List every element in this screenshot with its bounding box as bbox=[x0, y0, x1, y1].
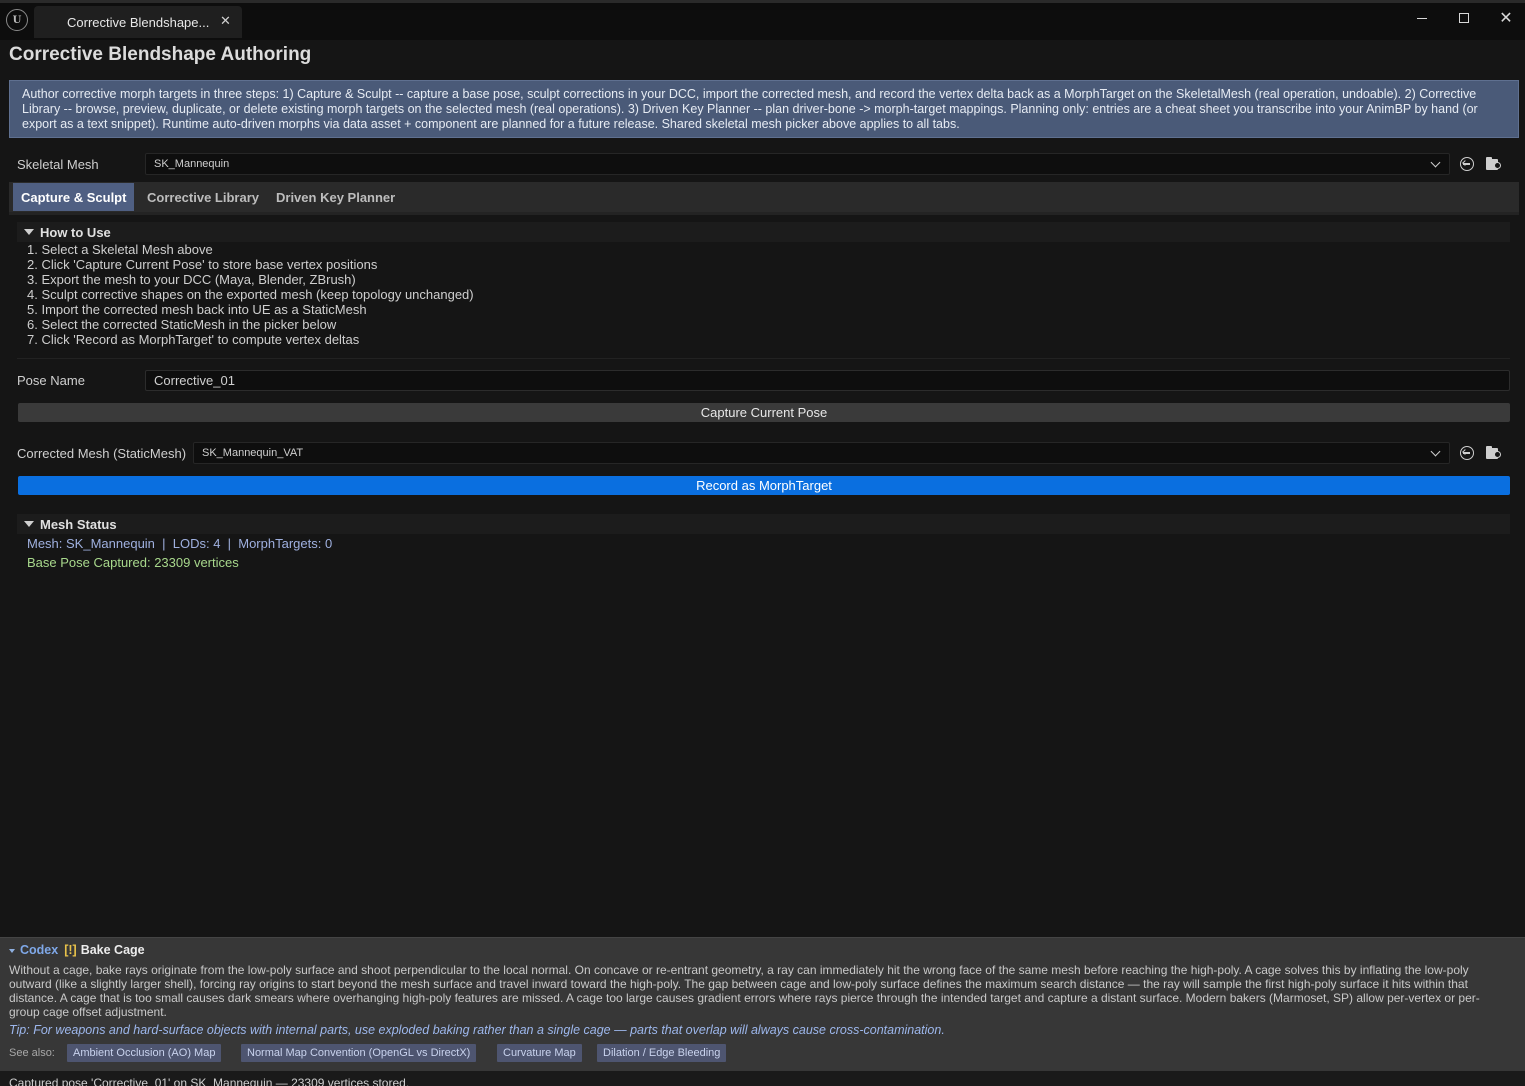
step-item: 2. Click 'Capture Current Pose' to store… bbox=[27, 257, 378, 272]
window-tab-title: Corrective Blendshape... bbox=[67, 15, 210, 30]
tab-bar-divider bbox=[9, 212, 1519, 215]
skeletal-mesh-label: Skeletal Mesh bbox=[17, 157, 99, 172]
status-message: Captured pose 'Corrective_01' on SK_Mann… bbox=[9, 1076, 410, 1086]
see-also-link[interactable]: Dilation / Edge Bleeding bbox=[597, 1044, 727, 1062]
skeletal-mesh-picker[interactable]: SK_Mannequin bbox=[145, 153, 1450, 175]
chevron-down-icon bbox=[1430, 157, 1441, 168]
mesh-status-header[interactable]: Mesh Status bbox=[17, 514, 1510, 534]
collapse-triangle-icon bbox=[24, 229, 34, 235]
use-selected-icon bbox=[1460, 446, 1474, 460]
title-bar: U Corrective Blendshape... ✕ ✕ bbox=[0, 0, 1525, 40]
tab-close-icon[interactable]: ✕ bbox=[220, 13, 231, 29]
close-window-button[interactable]: ✕ bbox=[1491, 8, 1521, 28]
tab-capture-sculpt[interactable]: Capture & Sculpt bbox=[13, 183, 135, 211]
skeletal-mesh-value: SK_Mannequin bbox=[154, 158, 230, 170]
how-to-use-title: How to Use bbox=[40, 225, 111, 240]
use-selected-asset-button[interactable] bbox=[1460, 157, 1478, 175]
section-divider bbox=[17, 358, 1510, 359]
maximize-button[interactable] bbox=[1449, 8, 1479, 28]
step-item: 4. Sculpt corrective shapes on the expor… bbox=[27, 287, 474, 302]
use-selected-asset-button[interactable] bbox=[1460, 446, 1478, 464]
minimize-button[interactable] bbox=[1407, 8, 1437, 28]
how-to-use-steps: 1. Select a Skeletal Mesh above 2. Click… bbox=[27, 242, 474, 347]
codex-body: Without a cage, bake rays originate from… bbox=[9, 963, 1480, 1019]
use-selected-icon bbox=[1460, 157, 1474, 171]
capture-current-pose-button[interactable]: Capture Current Pose bbox=[18, 403, 1510, 422]
tab-corrective-library[interactable]: Corrective Library bbox=[139, 183, 267, 211]
maximize-icon bbox=[1459, 13, 1469, 23]
step-item: 1. Select a Skeletal Mesh above bbox=[27, 242, 213, 257]
mesh-info-text: Mesh: SK_Mannequin | LODs: 4 | MorphTarg… bbox=[27, 536, 333, 551]
step-item: 7. Click 'Record as MorphTarget' to comp… bbox=[27, 332, 360, 347]
unreal-logo-icon: U bbox=[6, 9, 28, 31]
step-item: 5. Import the corrected mesh back into U… bbox=[27, 302, 367, 317]
codex-tip: Tip: For weapons and hard-surface object… bbox=[9, 1023, 945, 1037]
collapse-triangle-icon bbox=[24, 521, 34, 527]
status-bar: Captured pose 'Corrective_01' on SK_Mann… bbox=[0, 1071, 1525, 1086]
close-icon: ✕ bbox=[1499, 10, 1513, 27]
warning-badge: [!] bbox=[64, 943, 77, 957]
browse-asset-button[interactable] bbox=[1486, 157, 1502, 170]
step-item: 3. Export the mesh to your DCC (Maya, Bl… bbox=[27, 272, 356, 287]
see-also-link[interactable]: Curvature Map bbox=[497, 1044, 582, 1062]
page-title: Corrective Blendshape Authoring bbox=[9, 44, 312, 65]
collapse-triangle-icon bbox=[9, 948, 15, 953]
browse-folder-icon bbox=[1494, 451, 1501, 458]
tab-bar: Capture & Sculpt Corrective Library Driv… bbox=[9, 182, 1519, 212]
step-item: 6. Select the corrected StaticMesh in th… bbox=[27, 317, 337, 332]
window-tab[interactable]: Corrective Blendshape... ✕ bbox=[34, 6, 242, 38]
codex-header[interactable]: Codex [!] Bake Cage bbox=[9, 943, 145, 957]
info-banner: Author corrective morph targets in three… bbox=[9, 80, 1519, 138]
browse-asset-button[interactable] bbox=[1486, 446, 1502, 459]
see-also-link[interactable]: Ambient Occlusion (AO) Map bbox=[67, 1044, 222, 1062]
codex-panel: Codex [!] Bake Cage Without a cage, bake r… bbox=[0, 937, 1525, 1071]
see-also-label: See also: bbox=[9, 1047, 55, 1059]
tab-driven-key-planner[interactable]: Driven Key Planner bbox=[268, 183, 403, 211]
codex-keyword: Codex bbox=[20, 943, 59, 957]
corrected-mesh-picker[interactable]: SK_Mannequin_VAT bbox=[193, 442, 1450, 464]
pose-name-field[interactable] bbox=[145, 370, 1510, 391]
chevron-down-icon bbox=[1430, 446, 1441, 457]
corrected-mesh-value: SK_Mannequin_VAT bbox=[202, 447, 304, 459]
minimize-icon bbox=[1417, 18, 1427, 19]
pose-name-input[interactable] bbox=[154, 373, 1494, 388]
pose-name-label: Pose Name bbox=[17, 373, 85, 388]
browse-folder-icon bbox=[1494, 162, 1501, 169]
base-pose-status: Base Pose Captured: 23309 vertices bbox=[27, 555, 239, 570]
record-as-morphtarget-button[interactable]: Record as MorphTarget bbox=[18, 476, 1510, 495]
top-edge bbox=[0, 0, 1525, 3]
how-to-use-header[interactable]: How to Use bbox=[17, 222, 1510, 242]
see-also-link[interactable]: Normal Map Convention (OpenGL vs DirectX… bbox=[241, 1044, 477, 1062]
corrected-mesh-label: Corrected Mesh (StaticMesh) bbox=[17, 446, 187, 461]
mesh-status-title: Mesh Status bbox=[40, 517, 117, 532]
codex-title: Bake Cage bbox=[80, 943, 145, 957]
